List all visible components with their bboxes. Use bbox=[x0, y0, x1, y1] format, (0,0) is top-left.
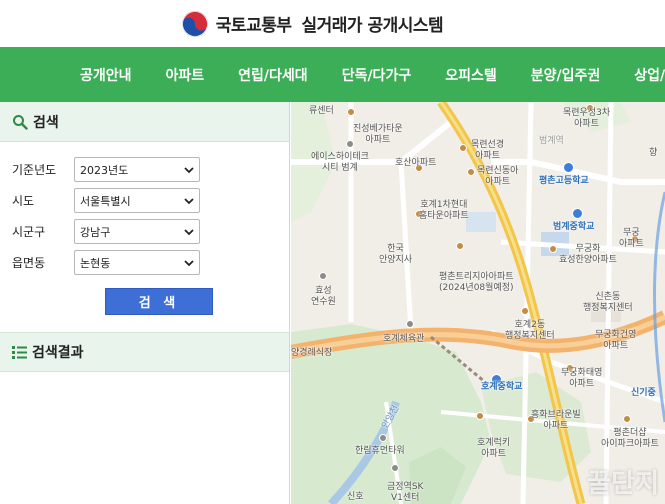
map-label: 평촌고등학교 bbox=[539, 176, 589, 186]
map-label: 범계역 bbox=[539, 136, 564, 146]
map-label: 호계2동 행정복지센터 bbox=[505, 320, 555, 341]
map-label: 에이스하이테크 시티 범계 bbox=[311, 152, 369, 173]
nav-item-commercial[interactable]: 상업/업 bbox=[634, 65, 665, 85]
search-button[interactable]: 검 색 bbox=[105, 288, 213, 315]
app-window: 국토교통부 실거래가 공개시스템 공개안내 아파트 연립/다세대 단독/다가구 … bbox=[0, 0, 665, 504]
province-value: 서울특별시 bbox=[80, 194, 131, 208]
year-select[interactable]: 2023년도 bbox=[74, 157, 200, 182]
map-label: 양경례식장 bbox=[291, 348, 333, 358]
poi-marker-icon[interactable] bbox=[623, 415, 631, 423]
map-label: 평촌더샵 아이파크아파트 bbox=[601, 428, 659, 449]
district-label: 시군구 bbox=[12, 225, 46, 239]
map-label: 범계중학교 bbox=[553, 222, 595, 232]
chevron-down-icon bbox=[184, 228, 194, 235]
map-label: 목련선경 아파트 bbox=[471, 140, 505, 161]
year-label: 기준년도 bbox=[12, 163, 57, 177]
chevron-down-icon bbox=[184, 166, 194, 173]
map-label: 효성 연수원 bbox=[311, 286, 336, 307]
map-label: 무궁화건영 아파트 bbox=[595, 330, 637, 351]
chevron-down-icon bbox=[184, 197, 194, 204]
district-value: 강남구 bbox=[80, 225, 111, 239]
map-view[interactable]: 류센터 목련우성3차 아파트 범계역 진성베가타운 아파트 목련선경 아파트 에… bbox=[291, 102, 665, 504]
map-label: 향 bbox=[649, 148, 658, 158]
map-label: 흥화브라운빌 아파트 bbox=[531, 410, 581, 431]
ministry-name[interactable]: 국토교통부 bbox=[216, 11, 292, 36]
system-title[interactable]: 실거래가 공개시스템 bbox=[302, 11, 444, 36]
map-label: 신촌동 행정복지센터 bbox=[583, 292, 633, 313]
list-icon bbox=[12, 345, 27, 359]
map-label: 한림휴먼타워 bbox=[355, 446, 405, 456]
nav-item-presale[interactable]: 분양/입주권 bbox=[531, 65, 601, 85]
district-select[interactable]: 강남구 bbox=[74, 219, 200, 244]
poi-marker-icon[interactable] bbox=[319, 272, 327, 280]
poi-marker-icon[interactable] bbox=[406, 320, 414, 328]
nav-item-apartment[interactable]: 아파트 bbox=[166, 65, 205, 85]
search-panel: 검색 기준년도 2023년도 시도 서울특별시 시군구 강남구 읍면동 논현동 … bbox=[0, 102, 290, 504]
chevron-down-icon bbox=[184, 259, 194, 266]
province-label: 시도 bbox=[12, 194, 35, 208]
poi-marker-icon[interactable] bbox=[456, 242, 464, 250]
poi-marker-icon[interactable] bbox=[379, 434, 387, 442]
map-label: 목련우성3차 아파트 bbox=[563, 108, 611, 129]
map-label: 신호 bbox=[347, 492, 364, 502]
poi-marker-icon[interactable] bbox=[549, 245, 557, 253]
results-panel-title: 검색결과 bbox=[32, 345, 84, 361]
province-row: 시도 서울특별시 bbox=[12, 185, 289, 216]
school-marker-icon[interactable] bbox=[572, 208, 583, 219]
map-label: 호계1차현대 홈타운아파트 bbox=[419, 200, 469, 221]
poi-marker-icon[interactable] bbox=[467, 168, 475, 176]
nav-item-guide[interactable]: 공개안내 bbox=[80, 65, 132, 85]
search-panel-header: 검색 bbox=[0, 102, 289, 142]
poi-marker-icon[interactable] bbox=[459, 144, 467, 152]
district-row: 시군구 강남구 bbox=[12, 216, 289, 247]
province-select[interactable]: 서울특별시 bbox=[74, 188, 200, 213]
map-label: 목련신동아 아파트 bbox=[477, 166, 519, 187]
search-form: 기준년도 2023년도 시도 서울특별시 시군구 강남구 읍면동 논현동 검 색 bbox=[0, 142, 289, 315]
dong-value: 논현동 bbox=[80, 256, 111, 270]
school-marker-icon[interactable] bbox=[563, 162, 574, 173]
poi-marker-icon[interactable] bbox=[391, 464, 399, 472]
dong-label: 읍면동 bbox=[12, 256, 46, 270]
poi-marker-icon[interactable] bbox=[347, 108, 355, 116]
map-label: 호계체육관 bbox=[383, 334, 425, 344]
nav-item-detached[interactable]: 단독/다가구 bbox=[342, 65, 412, 85]
results-panel-header: 검색결과 bbox=[0, 332, 289, 372]
nav-item-officetel[interactable]: 오피스텔 bbox=[445, 65, 497, 85]
map-label: 호산아파트 bbox=[395, 158, 437, 168]
year-value: 2023년도 bbox=[80, 163, 129, 177]
poi-marker-icon[interactable] bbox=[476, 412, 484, 420]
dong-select[interactable]: 논현동 bbox=[74, 250, 200, 275]
map-label: 한국 안양지사 bbox=[379, 244, 413, 265]
watermark: 꿀단지 bbox=[587, 469, 659, 499]
map-label: 무궁 아파트 bbox=[619, 228, 644, 249]
map-label: 무궁화 효성한양아파트 bbox=[559, 244, 617, 265]
year-row: 기준년도 2023년도 bbox=[12, 154, 289, 185]
map-label: 금정역SK V1센터 bbox=[387, 482, 424, 503]
search-panel-title: 검색 bbox=[33, 114, 59, 131]
main-nav: 공개안내 아파트 연립/다세대 단독/다가구 오피스텔 분양/입주권 상업/업 bbox=[0, 47, 665, 102]
map-label: 진성베가타운 아파트 bbox=[353, 124, 403, 145]
map-label: 류센터 bbox=[309, 106, 334, 116]
map-label: 호계중학교 bbox=[481, 382, 523, 392]
taegeuk-logo-icon[interactable] bbox=[181, 10, 208, 37]
map-label: 호계럭키 아파트 bbox=[477, 438, 511, 459]
site-header: 국토교통부 실거래가 공개시스템 bbox=[0, 0, 665, 47]
map-label: 평촌트리지아아파트 (2024년08월예정) bbox=[439, 272, 514, 293]
nav-item-row-house[interactable]: 연립/다세대 bbox=[238, 65, 308, 85]
magnifier-icon bbox=[13, 114, 28, 130]
poi-marker-icon[interactable] bbox=[521, 307, 529, 315]
map-label: 무궁화태영 아파트 bbox=[561, 368, 603, 389]
map-label: 신기중 bbox=[631, 388, 656, 398]
dong-row: 읍면동 논현동 bbox=[12, 247, 289, 278]
